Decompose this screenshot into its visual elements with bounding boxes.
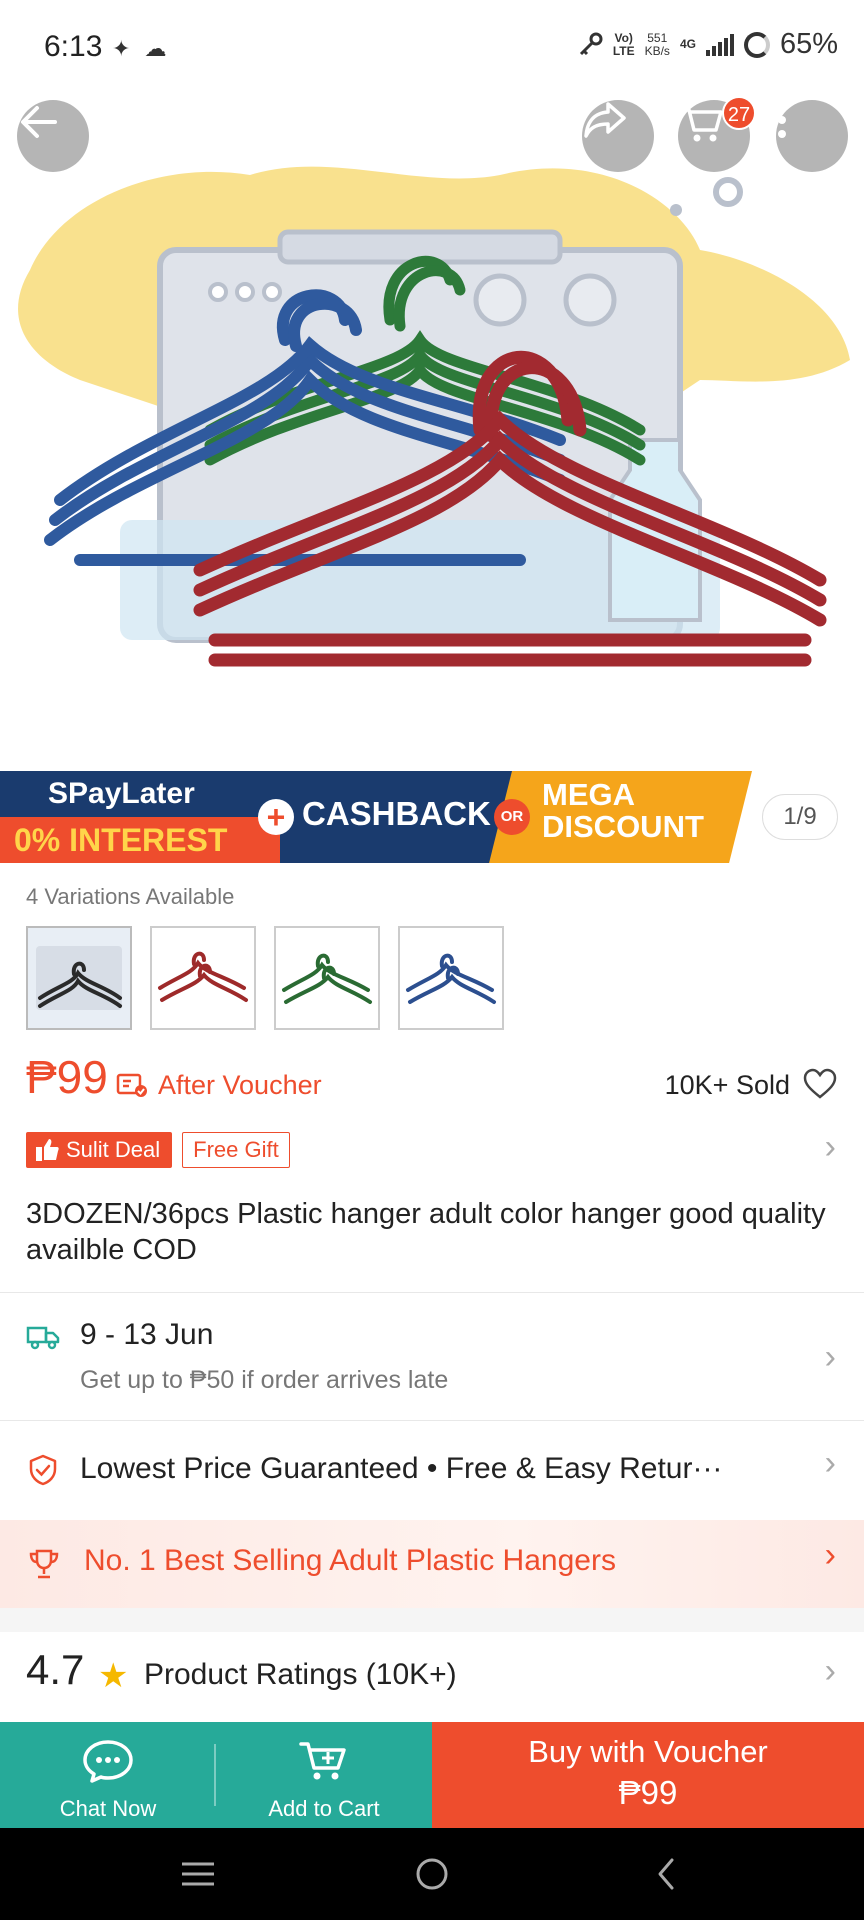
back-button[interactable]	[17, 100, 89, 172]
separator	[214, 1744, 216, 1806]
chevron-right-icon[interactable]: ›	[825, 1128, 836, 1167]
guarantee-text: Lowest Price Guaranteed • Free & Easy Re…	[80, 1452, 723, 1485]
chat-icon	[83, 1740, 133, 1783]
trophy-icon	[29, 1549, 59, 1579]
delivery-date: 9 - 13 Jun	[80, 1318, 214, 1351]
late-delivery-note: Get up to ₱50 if order arrives late	[80, 1366, 449, 1394]
product-image-carousel[interactable]: 27	[0, 0, 864, 770]
chevron-right-icon: ›	[824, 1338, 836, 1376]
volte-indicator: Vo) LTE	[612, 30, 635, 58]
recent-apps-icon[interactable]	[180, 1860, 216, 1888]
variation-image	[36, 946, 122, 1010]
network-speed: 551 KB/s	[644, 30, 670, 58]
section-gap	[0, 1608, 864, 1632]
rating-score: 4.7	[26, 1646, 85, 1693]
plus-icon: +	[258, 799, 294, 835]
share-button[interactable]	[582, 100, 654, 172]
variation-thumb[interactable]	[398, 926, 504, 1030]
battery-icon	[743, 31, 770, 58]
after-voucher-label: After Voucher	[158, 1070, 322, 1100]
key-icon	[579, 32, 603, 55]
variations-label: 4 Variations Available	[26, 884, 235, 909]
bottom-action-bar: Chat Now Add to Cart Buy with Voucher ₱9…	[0, 1722, 864, 1828]
cart-icon	[679, 104, 723, 142]
shield-check-icon	[29, 1454, 57, 1486]
cashback-label: CASHBACK	[302, 795, 491, 832]
best-selling-text: No. 1 Best Selling Adult Plastic Hangers	[84, 1544, 616, 1577]
spaylater-label: SPayLater	[48, 777, 195, 810]
chat-now-button[interactable]: Chat Now	[0, 1722, 216, 1828]
buy-with-voucher-button[interactable]: Buy with Voucher ₱99	[432, 1722, 864, 1828]
variation-thumb[interactable]	[26, 926, 132, 1030]
network-type: 4G	[679, 37, 696, 51]
ratings-row[interactable]: 4.7 ★ Product Ratings (10K+) ›	[0, 1632, 864, 1722]
variation-image	[406, 953, 496, 1004]
chevron-right-icon: ›	[824, 1444, 836, 1482]
free-gift-badge: Free Gift	[182, 1132, 290, 1168]
deal-badges[interactable]: Sulit Deal Free Gift	[26, 1132, 290, 1168]
cart-button[interactable]: 27	[678, 96, 756, 172]
home-icon[interactable]	[414, 1856, 450, 1892]
add-to-cart-button[interactable]: Add to Cart	[216, 1722, 432, 1828]
add-cart-icon	[299, 1742, 346, 1780]
sulit-deal-badge: Sulit Deal	[26, 1132, 173, 1168]
cart-count-badge: 27	[722, 96, 756, 130]
star-icon: ★	[98, 1657, 129, 1695]
product-price: ₱99	[26, 1051, 108, 1103]
product-page: 27 6:13 ✦ ☁ Vo) LTE 551 KB/s 4G 65% SPay…	[0, 0, 864, 1920]
chat-now-label: Chat Now	[59, 1796, 157, 1821]
product-title: 3DOZEN/36pcs Plastic hanger adult color …	[26, 1198, 826, 1266]
image-pager: 1/9	[762, 794, 838, 840]
sold-count: 10K+ Sold	[664, 1070, 790, 1100]
promo-banner[interactable]: SPayLater 0% INTEREST + CASHBACK OR MEGA…	[0, 771, 752, 863]
share-icon	[584, 102, 626, 138]
variation-thumb[interactable]	[274, 926, 380, 1030]
back-nav-icon[interactable]	[654, 1856, 678, 1892]
signal-icon	[705, 33, 734, 56]
chevron-right-icon: ›	[824, 1536, 836, 1574]
interest-label: 0% INTEREST	[0, 817, 280, 863]
divider	[0, 1292, 864, 1293]
delivery-truck-icon	[26, 1326, 60, 1350]
heart-icon[interactable]	[802, 1068, 838, 1100]
shipping-row[interactable]: 9 - 13 Jun Get up to ₱50 if order arrive…	[0, 1294, 864, 1420]
or-badge: OR	[494, 799, 530, 835]
status-bar: 6:13 ✦ ☁ Vo) LTE 551 KB/s 4G 65%	[0, 0, 864, 100]
best-selling-row[interactable]: No. 1 Best Selling Adult Plastic Hangers…	[0, 1520, 864, 1608]
variation-image	[158, 951, 248, 1002]
add-to-cart-label: Add to Cart	[268, 1796, 380, 1821]
status-time: 6:13	[44, 30, 103, 63]
variation-thumb[interactable]	[150, 926, 256, 1030]
buy-label: Buy with Voucher	[528, 1734, 768, 1769]
arrow-left-icon	[21, 106, 57, 138]
chevron-right-icon: ›	[824, 1652, 836, 1690]
voucher-icon	[116, 1073, 147, 1097]
system-navigation-bar	[0, 1828, 864, 1920]
thumbs-up-icon	[36, 1139, 59, 1161]
variation-thumbnails	[26, 926, 504, 1030]
mega-discount-label: MEGA DISCOUNT	[542, 777, 704, 844]
notification-icons: ✦ ☁	[112, 36, 171, 61]
divider	[0, 1420, 864, 1421]
ratings-label: Product Ratings (10K+)	[144, 1658, 457, 1691]
variation-image	[282, 953, 372, 1004]
more-vertical-icon	[778, 102, 786, 138]
battery-percent: 65%	[779, 28, 838, 60]
buy-price: ₱99	[618, 1774, 678, 1811]
more-options-button[interactable]	[776, 100, 848, 172]
guarantee-row[interactable]: Lowest Price Guaranteed • Free & Easy Re…	[0, 1422, 864, 1518]
